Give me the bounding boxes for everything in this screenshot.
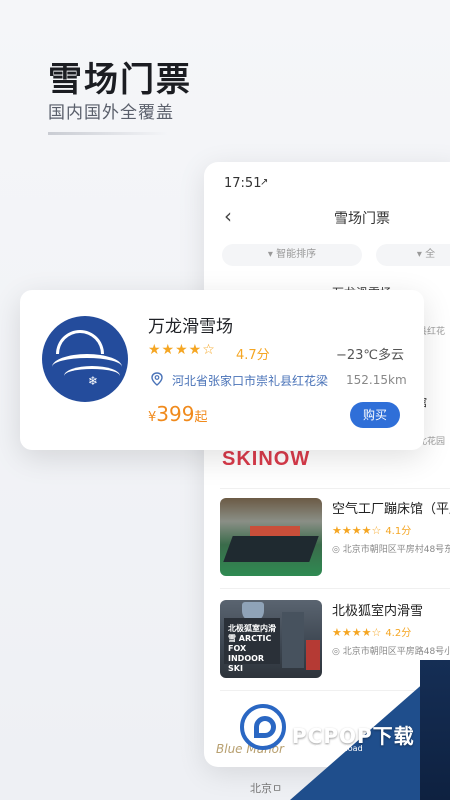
thumbnail-sign: 北极狐室内滑雪 ARCTIC FOX INDOOR SKI bbox=[224, 618, 280, 673]
hero-subtitle: 国内国外全覆盖 bbox=[48, 103, 174, 123]
skinow-logo: SKINOW bbox=[222, 448, 311, 470]
list-divider bbox=[220, 488, 450, 489]
location-pin-icon bbox=[151, 372, 163, 386]
filter-all[interactable]: ▾ 全 bbox=[376, 244, 450, 266]
card-distance: 152.15km bbox=[346, 373, 407, 387]
star-rating: ★★★★☆ bbox=[332, 524, 382, 537]
price-suffix: 起 bbox=[194, 410, 208, 425]
location-arrow-icon: ↗ bbox=[260, 177, 269, 188]
item-name: 北极狐室内滑雪 bbox=[332, 604, 424, 619]
nav-title: 雪场门票 bbox=[334, 211, 390, 227]
status-time: 17:51 bbox=[224, 176, 262, 191]
star-rating: ★★★★☆ bbox=[148, 342, 216, 358]
item-name: 空气工厂蹦床馆（平房 bbox=[332, 502, 450, 517]
item-score: 4.1分 bbox=[385, 526, 412, 537]
card-address[interactable]: 河北省张家口市崇礼县红花梁 bbox=[172, 372, 328, 389]
weather-info: −23℃多云 bbox=[336, 348, 405, 363]
item-rating: ★★★★☆ 4.2分 bbox=[332, 624, 411, 639]
ticket-price: ¥399起 bbox=[148, 402, 207, 426]
filter-sort[interactable]: ▾ 智能排序 bbox=[222, 244, 362, 266]
item-address: ◎ 北京市朝阳区平房路48号小 bbox=[332, 647, 450, 657]
card-title: 万龙滑雪场 bbox=[148, 317, 233, 337]
watermark-banner-edge bbox=[420, 660, 450, 800]
rating-score: 4.7分 bbox=[236, 348, 270, 363]
watermark-subtext: PCPOP Download bbox=[294, 744, 363, 753]
hero-divider bbox=[48, 132, 168, 135]
faded-address: 北京ㅁ bbox=[250, 782, 283, 795]
item-score: 4.2分 bbox=[385, 628, 412, 639]
hero-title: 雪场门票 bbox=[48, 60, 192, 100]
featured-resort-card[interactable]: ❄ 万龙滑雪场 ★★★★☆ 4.7分 −23℃多云 河北省张家口市崇礼县红花梁 … bbox=[20, 290, 424, 450]
list-divider bbox=[220, 588, 450, 589]
snowflake-icon: ❄ bbox=[88, 374, 99, 388]
price-amount: 399 bbox=[156, 402, 195, 426]
item-rating: ★★★★☆ 4.1分 bbox=[332, 522, 411, 537]
star-rating: ★★★★☆ bbox=[332, 626, 382, 639]
resort-logo: ❄ bbox=[42, 316, 128, 402]
item-address: ◎ 北京市朝阳区平房村48号东 bbox=[332, 545, 450, 555]
buy-button[interactable]: 购买 bbox=[350, 402, 400, 428]
watermark-logo-icon bbox=[240, 704, 286, 750]
back-arrow-icon[interactable]: ‹ bbox=[224, 204, 232, 228]
venue-thumbnail bbox=[220, 498, 322, 576]
